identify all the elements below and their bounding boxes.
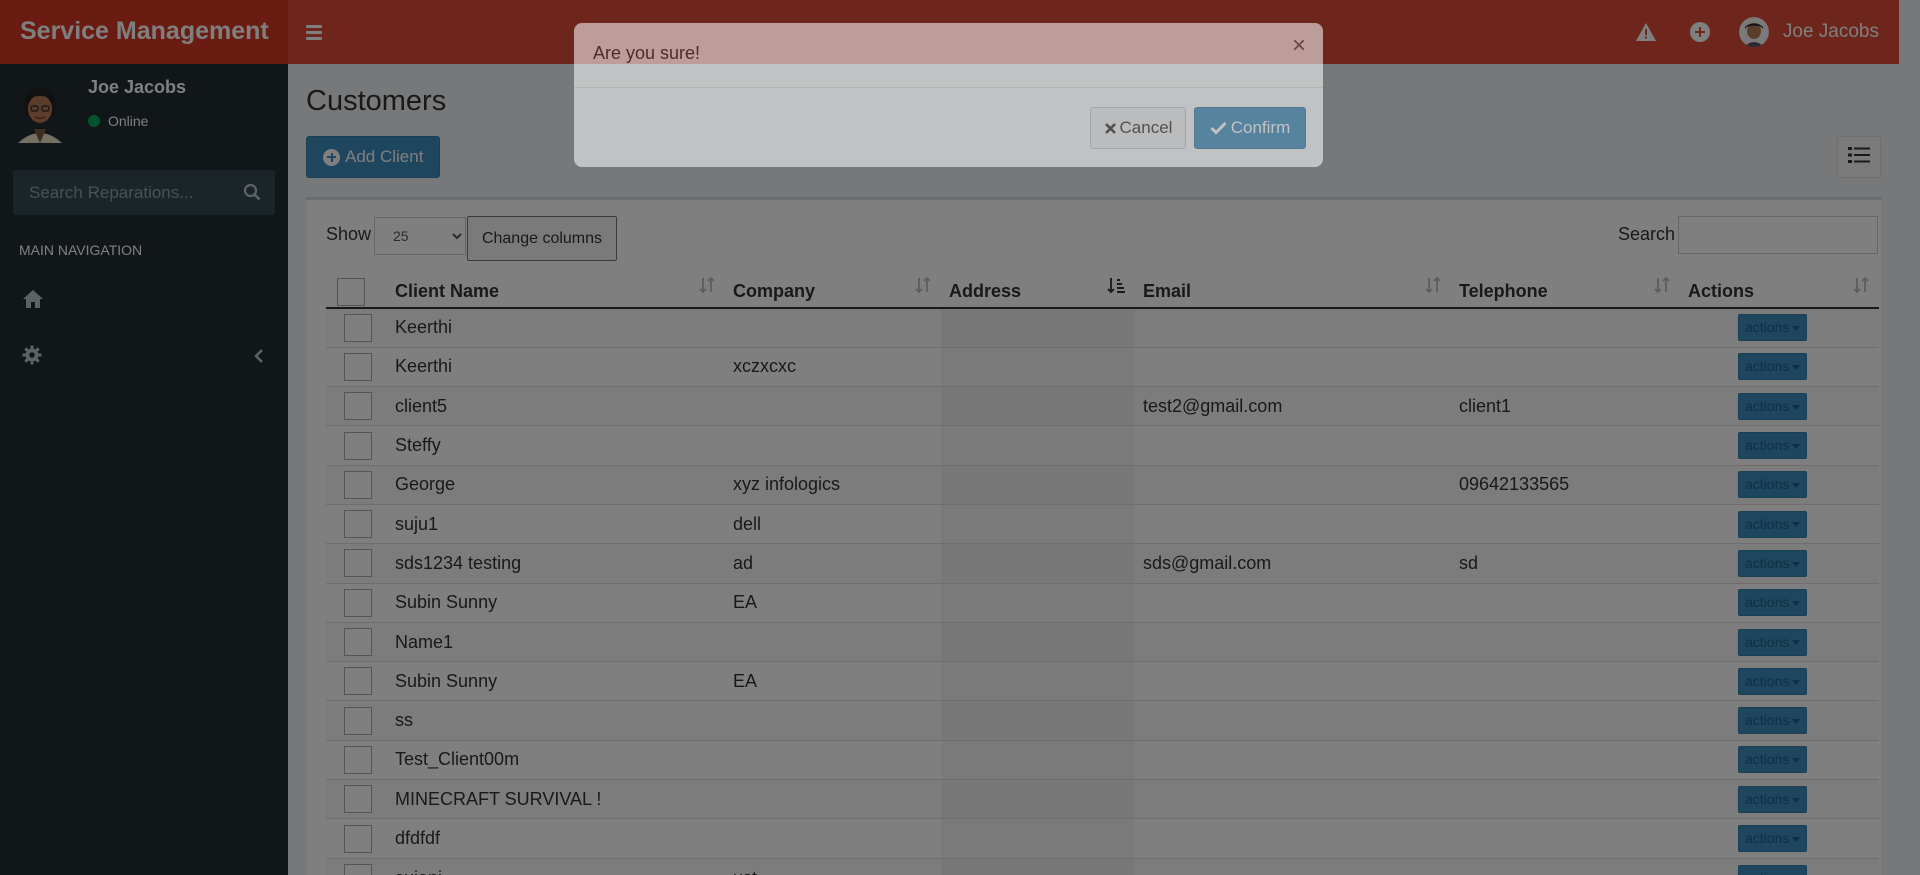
confirm-button[interactable]: Confirm	[1194, 107, 1306, 149]
check-icon	[1210, 121, 1227, 135]
close-icon[interactable]: ×	[1292, 32, 1306, 60]
cancel-button[interactable]: Cancel	[1090, 107, 1186, 149]
confirm-label: Confirm	[1230, 118, 1291, 137]
times-icon	[1104, 122, 1116, 134]
dialog-message: Are you sure!	[593, 43, 701, 63]
cancel-label: Cancel	[1119, 118, 1173, 137]
confirm-dialog: Are you sure! × Cancel Confirm	[574, 23, 1323, 167]
dialog-divider	[574, 87, 1323, 88]
